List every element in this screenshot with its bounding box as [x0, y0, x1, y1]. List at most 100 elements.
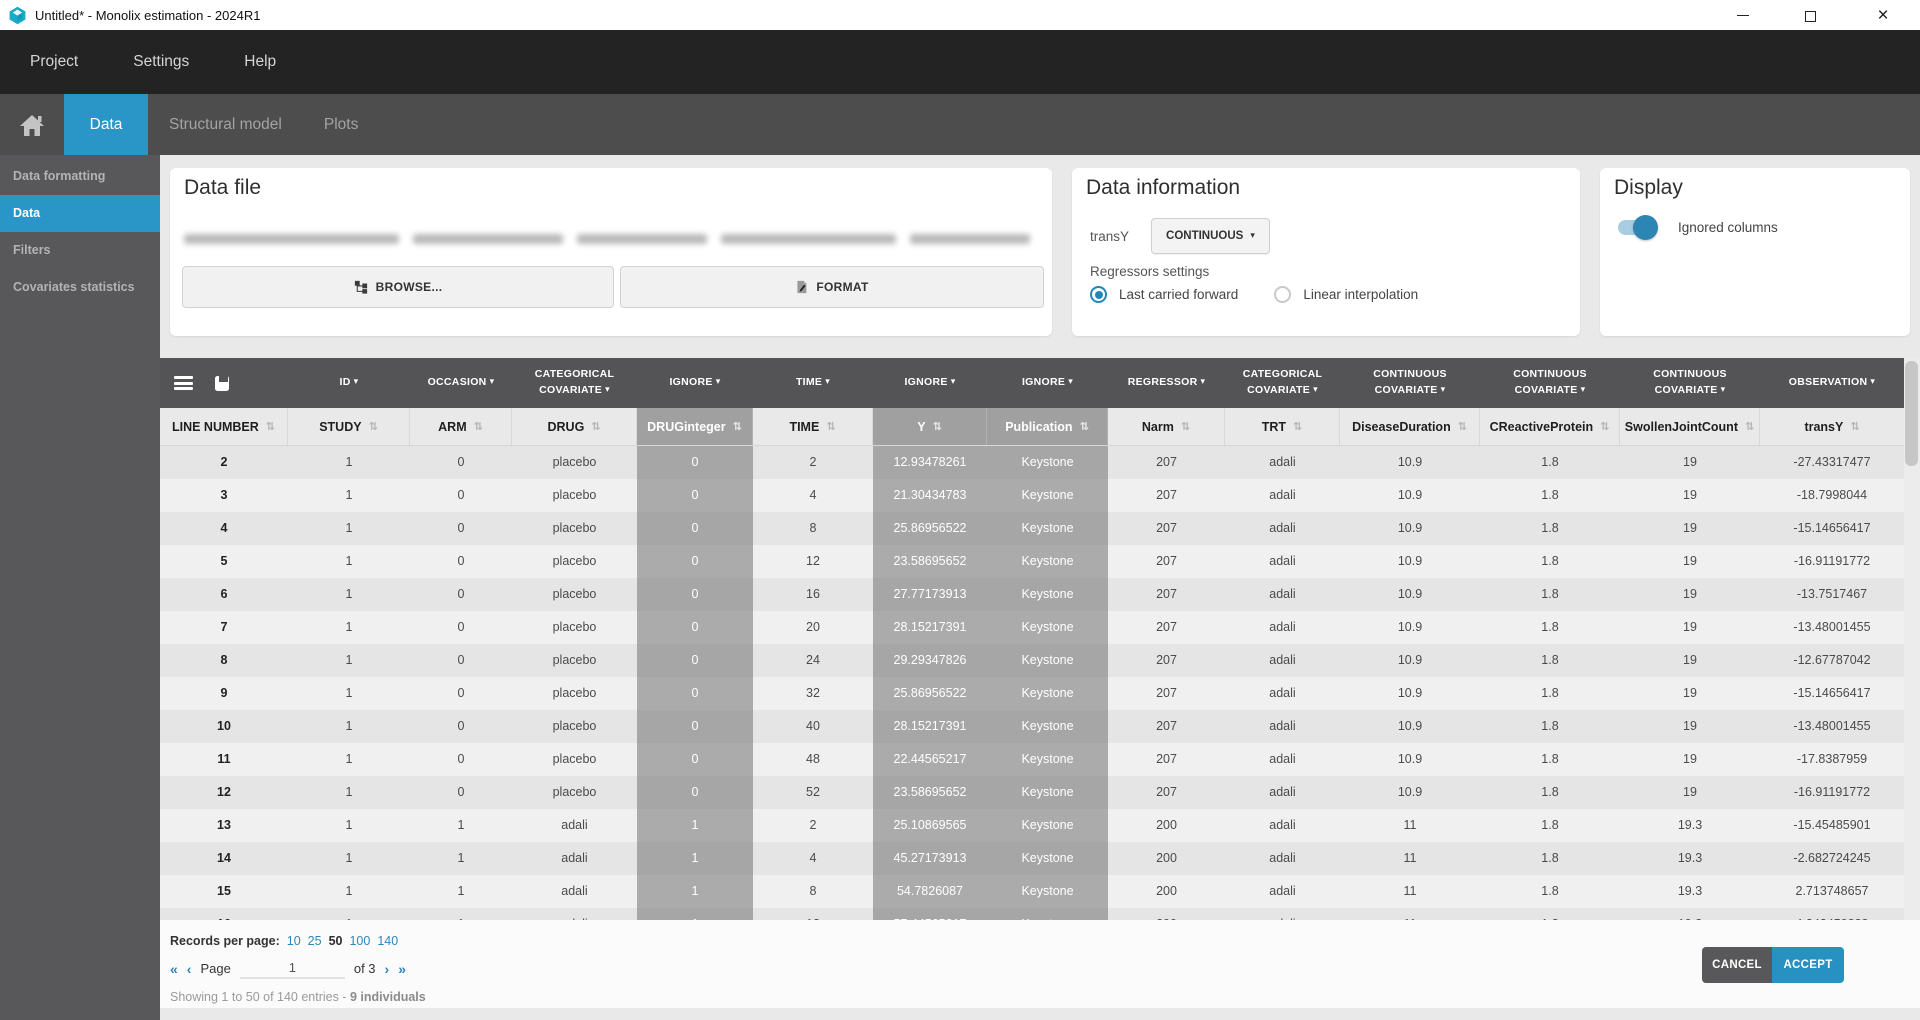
data-information-title: Data information [1072, 168, 1580, 200]
table-cell: 5 [160, 545, 288, 578]
table-cell: 7 [160, 611, 288, 644]
records-option-140[interactable]: 140 [377, 934, 398, 948]
table-cell: 19 [1620, 644, 1760, 677]
close-button[interactable]: × [1860, 0, 1906, 30]
radio-option-last-carried-forward[interactable]: Last carried forward [1090, 286, 1238, 303]
menu-item-help[interactable]: Help [244, 53, 276, 71]
table-scrollbar[interactable] [1904, 358, 1920, 920]
column-role-dropdown[interactable]: CONTINUOUS COVARIATE▾ [1620, 358, 1760, 408]
records-option-50[interactable]: 50 [329, 934, 343, 948]
tab-data[interactable]: Data [64, 94, 148, 155]
sort-icon[interactable]: ⇅ [1458, 420, 1467, 433]
table-cell: placebo [512, 710, 637, 743]
table-cell: 0 [637, 677, 753, 710]
table-cell: 19 [1620, 479, 1760, 512]
table-cell: 10.9 [1340, 611, 1480, 644]
table-cell: 1.8 [1480, 479, 1620, 512]
column-role-dropdown[interactable]: ID▾ [288, 358, 410, 408]
column-header[interactable]: DiseaseDuration⇅ [1340, 408, 1480, 445]
maximize-button[interactable] [1787, 0, 1833, 30]
column-header[interactable]: Narm⇅ [1108, 408, 1225, 445]
sort-icon[interactable]: ⇅ [826, 420, 835, 433]
page-next-button[interactable]: › [385, 961, 390, 977]
column-header[interactable]: ARM⇅ [410, 408, 512, 445]
records-option-25[interactable]: 25 [308, 934, 322, 948]
ignored-columns-toggle[interactable] [1618, 220, 1656, 235]
column-header[interactable]: CReactiveProtein⇅ [1480, 408, 1620, 445]
close-icon: × [1877, 6, 1888, 25]
sort-icon[interactable]: ⇅ [1600, 420, 1609, 433]
document-icon [795, 280, 808, 294]
minimize-button[interactable] [1720, 0, 1766, 30]
table-cell: 20 [753, 611, 873, 644]
column-header[interactable]: LINE NUMBER⇅ [160, 408, 288, 445]
column-header[interactable]: STUDY⇅ [288, 408, 410, 445]
menu-item-settings[interactable]: Settings [133, 53, 189, 71]
column-header[interactable]: DRUG⇅ [512, 408, 637, 445]
column-role-dropdown[interactable]: CONTINUOUS COVARIATE▾ [1340, 358, 1480, 408]
cancel-button[interactable]: CANCEL [1702, 947, 1772, 983]
showing-entries-text: Showing 1 to 50 of 140 entries - 9 indiv… [170, 990, 426, 1004]
sidebar-item-data[interactable]: Data [0, 195, 160, 232]
sort-icon[interactable]: ⇅ [591, 420, 600, 433]
sort-icon[interactable]: ⇅ [474, 420, 483, 433]
tab-structural-model[interactable]: Structural model [148, 94, 303, 155]
sort-icon[interactable]: ⇅ [733, 420, 742, 433]
sort-icon[interactable]: ⇅ [369, 420, 378, 433]
page-first-button[interactable]: « [170, 961, 178, 977]
column-header[interactable]: SwollenJointCount⇅ [1620, 408, 1760, 445]
table-cell: 11 [1340, 875, 1480, 908]
sort-icon[interactable]: ⇅ [1850, 420, 1859, 433]
page-prev-button[interactable]: ‹ [187, 961, 192, 977]
home-tab[interactable] [0, 94, 64, 155]
radio-option-linear-interpolation[interactable]: Linear interpolation [1274, 286, 1418, 303]
page-input[interactable] [240, 958, 345, 979]
observation-type-dropdown[interactable]: CONTINUOUS ▾ [1151, 218, 1270, 254]
sort-icon[interactable]: ⇅ [933, 420, 942, 433]
records-option-100[interactable]: 100 [349, 934, 370, 948]
table-cell: 10.9 [1340, 743, 1480, 776]
column-role-dropdown[interactable]: REGRESSOR▾ [1108, 358, 1225, 408]
save-icon[interactable] [215, 376, 229, 391]
table-cell: 1 [288, 677, 410, 710]
sort-icon[interactable]: ⇅ [266, 420, 275, 433]
format-button[interactable]: FORMAT [620, 266, 1044, 308]
browse-button[interactable]: BROWSE... [182, 266, 614, 308]
sort-icon[interactable]: ⇅ [1181, 420, 1190, 433]
column-role-dropdown[interactable]: CONTINUOUS COVARIATE▾ [1480, 358, 1620, 408]
accept-button[interactable]: ACCEPT [1772, 947, 1844, 983]
column-role-dropdown[interactable]: OBSERVATION▾ [1760, 358, 1904, 408]
records-option-10[interactable]: 10 [287, 934, 301, 948]
column-role-dropdown[interactable]: CATEGORICAL COVARIATE▾ [512, 358, 637, 408]
column-role-dropdown[interactable]: TIME▾ [753, 358, 873, 408]
sidebar-item-covariates-statistics[interactable]: Covariates statistics [0, 269, 160, 306]
table-cell: 1 [288, 611, 410, 644]
table-cell: 0 [410, 644, 512, 677]
sort-icon[interactable]: ⇅ [1080, 420, 1089, 433]
table-cell: -13.48001455 [1760, 710, 1904, 743]
column-header[interactable]: DRUGinteger⇅ [637, 408, 753, 445]
scrollbar-thumb[interactable] [1905, 361, 1918, 466]
column-header[interactable]: transY⇅ [1760, 408, 1904, 445]
hamburger-menu-icon[interactable] [174, 376, 193, 390]
table-cell: adali [1225, 809, 1340, 842]
column-role-dropdown[interactable]: OCCASION▾ [410, 358, 512, 408]
column-header[interactable]: TRT⇅ [1225, 408, 1340, 445]
column-header[interactable]: Publication⇅ [987, 408, 1108, 445]
tab-plots[interactable]: Plots [303, 94, 379, 155]
sidebar-item-filters[interactable]: Filters [0, 232, 160, 269]
column-role-dropdown[interactable]: CATEGORICAL COVARIATE▾ [1225, 358, 1340, 408]
column-header[interactable]: TIME⇅ [753, 408, 873, 445]
column-role-dropdown[interactable]: IGNORE▾ [637, 358, 753, 408]
sidebar-item-data-formatting[interactable]: Data formatting [0, 158, 160, 195]
table-cell: 1 [288, 446, 410, 479]
column-role-dropdown[interactable]: IGNORE▾ [873, 358, 987, 408]
table-cell: Keystone [987, 809, 1108, 842]
page-last-button[interactable]: » [398, 961, 406, 977]
menu-item-project[interactable]: Project [30, 53, 78, 71]
sort-icon[interactable]: ⇅ [1293, 420, 1302, 433]
column-role-dropdown[interactable]: IGNORE▾ [987, 358, 1108, 408]
table-cell: 0 [637, 446, 753, 479]
sort-icon[interactable]: ⇅ [1745, 420, 1754, 433]
column-header[interactable]: Y⇅ [873, 408, 987, 445]
